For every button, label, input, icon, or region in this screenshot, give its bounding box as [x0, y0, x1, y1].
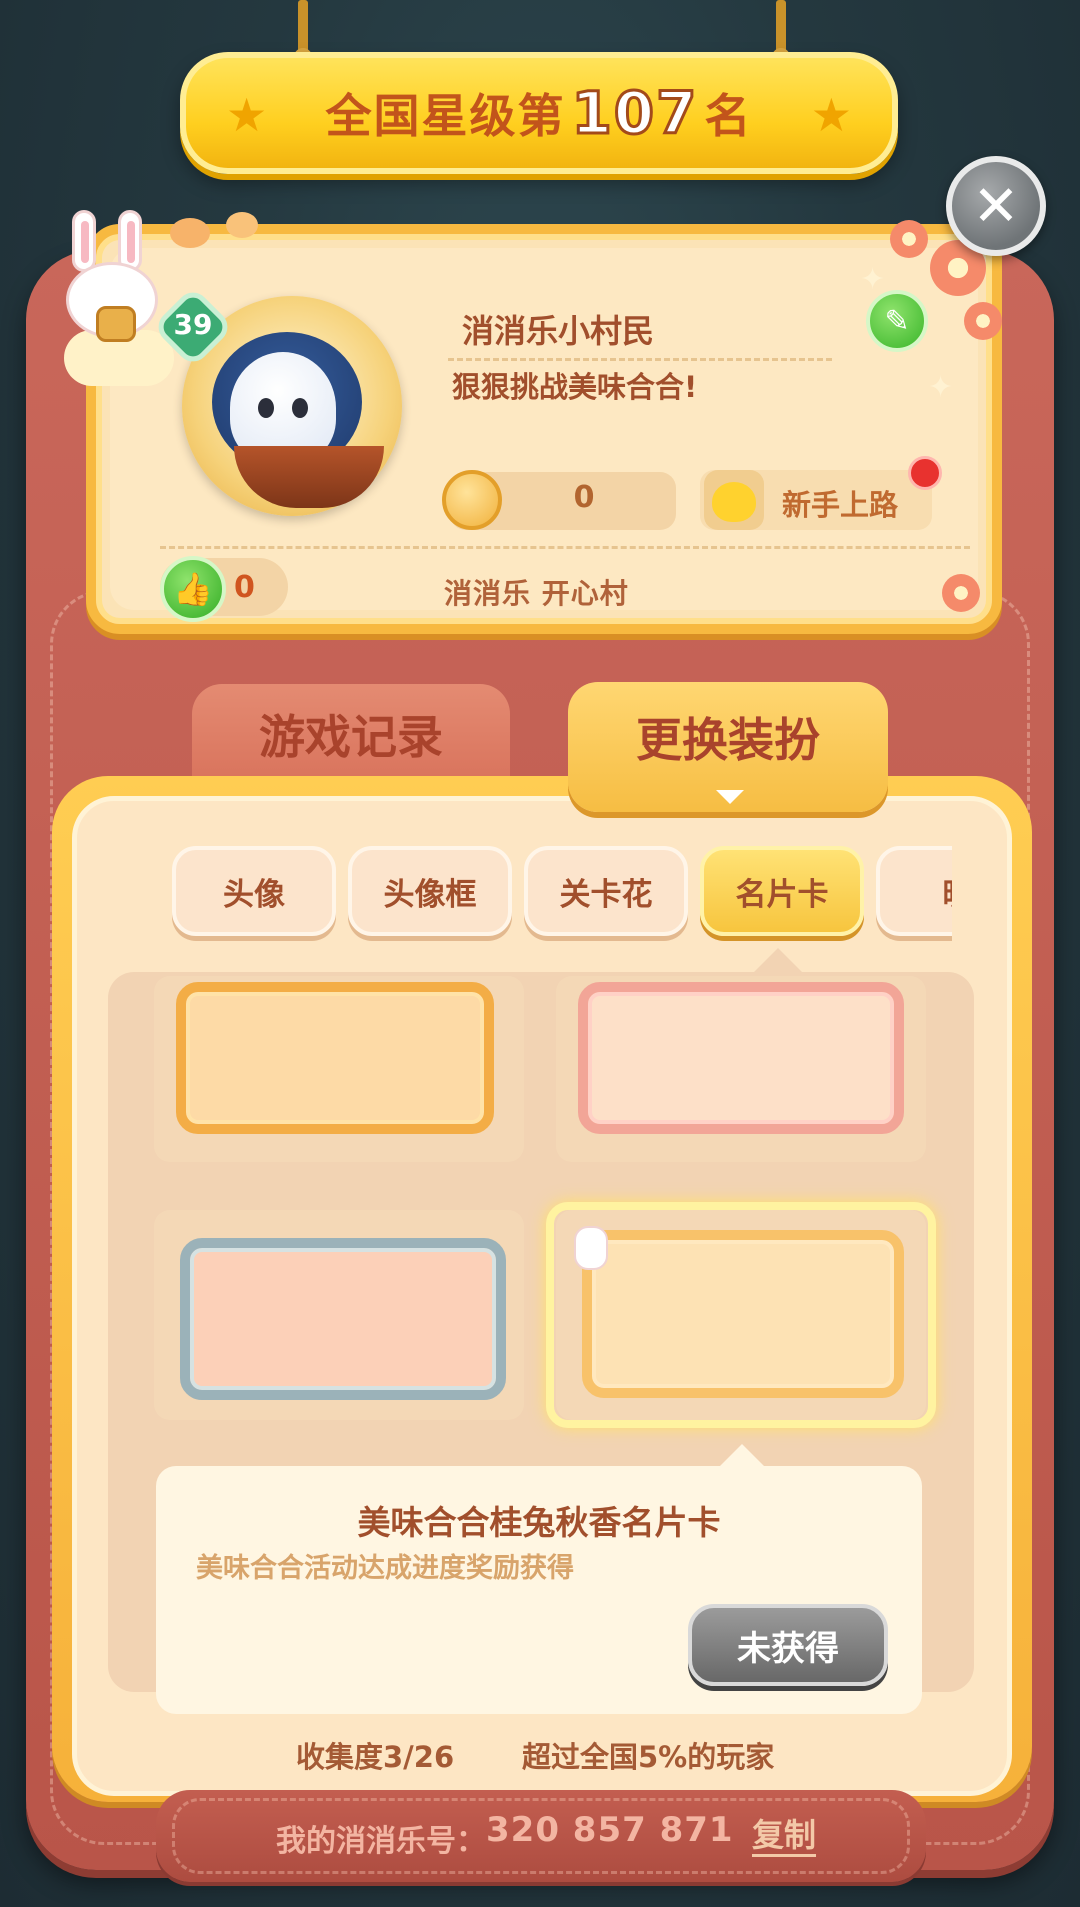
category-pointer: [754, 948, 802, 972]
account-number: 320 857 871: [486, 1810, 734, 1850]
thumbs-up-icon: 👍: [173, 570, 213, 608]
surpass-percentage: 超过全国5%的玩家: [522, 1740, 775, 1774]
info-pointer: [720, 1444, 764, 1466]
coin-value: 0: [573, 480, 595, 515]
lantern-decoration: [170, 218, 210, 248]
item-name: 美味合合桂兔秋香名片卡: [357, 1503, 721, 1542]
rabbit-mascot-icon: [58, 210, 168, 360]
flower-decoration: [942, 574, 980, 612]
banner-string-left: [294, 0, 312, 66]
card-thumbnail: [180, 1238, 506, 1400]
category-scroll-clip: 昵: [872, 846, 952, 946]
not-obtained-button[interactable]: 未获得: [688, 1604, 888, 1686]
banner-string-right: [772, 0, 790, 66]
rabbit-sticker-icon: [574, 1226, 608, 1270]
title-label: 新手上路: [782, 488, 899, 522]
flower-decoration: [964, 302, 1002, 340]
card-thumbnail: [176, 982, 494, 1134]
like-count: 0: [234, 570, 255, 605]
like-button[interactable]: 👍: [160, 556, 226, 622]
flower-decoration: [890, 220, 928, 258]
close-icon: ✕: [972, 173, 1020, 239]
item-description: 美味合合活动达成进度奖励获得: [196, 1553, 574, 1584]
category-avatar[interactable]: 头像: [172, 846, 336, 936]
sparkle-icon: ✦: [928, 370, 954, 405]
category-name-card[interactable]: 名片卡: [700, 846, 864, 936]
close-button[interactable]: ✕: [946, 156, 1046, 256]
nickname: 消消乐小村民: [462, 312, 655, 350]
account-label: 我的消消乐号：: [276, 1824, 486, 1859]
mooncake-coin-icon: [442, 470, 502, 530]
signature: 狠狠挑战美味合合!: [452, 370, 698, 404]
rank-text: 全国星级第 107 名: [325, 78, 753, 149]
star-icon: ★: [226, 88, 268, 142]
divider: [448, 358, 832, 361]
level-value: 39: [173, 308, 213, 341]
divider: [160, 546, 970, 549]
category-nickname[interactable]: 昵: [876, 846, 952, 936]
category-level-flower[interactable]: 关卡花: [524, 846, 688, 936]
rank-number: 107: [570, 78, 699, 149]
notification-dot: [908, 456, 942, 490]
category-avatar-frame[interactable]: 头像框: [348, 846, 512, 936]
triangle-down-icon: [716, 790, 744, 804]
rank-suffix: 名: [704, 89, 753, 143]
tab-game-records[interactable]: 游戏记录: [192, 684, 510, 784]
edit-profile-button[interactable]: ✎: [866, 290, 928, 352]
collection-progress: 收集度3/26: [296, 1740, 455, 1774]
rank-banner: ★ 全国星级第 107 名 ★: [180, 52, 898, 174]
rank-prefix: 全国星级第: [325, 89, 566, 143]
sparkle-icon: ✦: [860, 262, 886, 297]
copy-button[interactable]: 复制: [752, 1810, 816, 1856]
village-name: 消消乐 开心村: [444, 577, 629, 610]
lantern-decoration: [226, 212, 258, 238]
star-icon: ★: [810, 88, 852, 142]
card-thumbnail: [578, 982, 904, 1134]
pencil-icon: ✎: [884, 303, 910, 339]
